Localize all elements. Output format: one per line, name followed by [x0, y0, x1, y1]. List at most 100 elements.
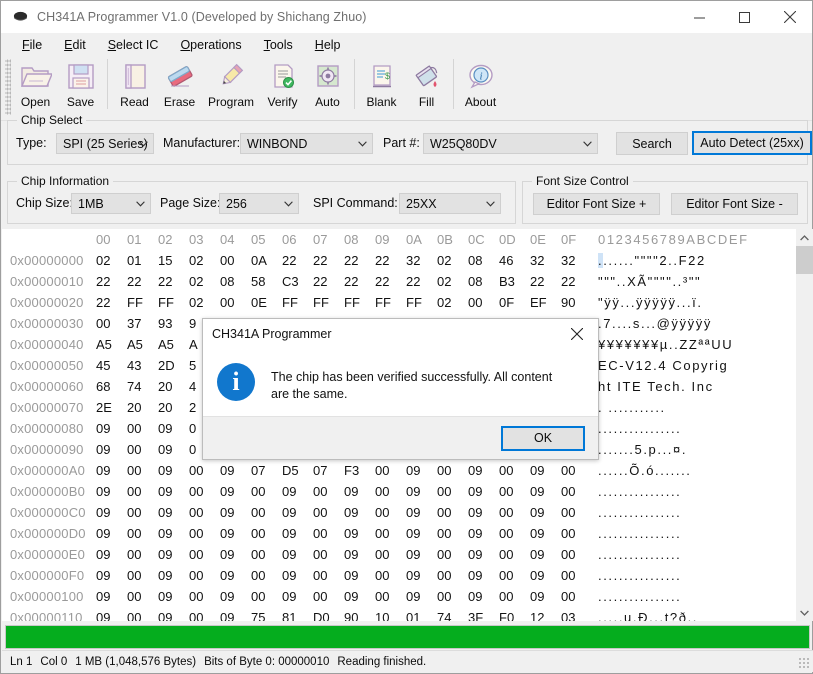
menu-item-operations[interactable]: Operations	[169, 35, 252, 55]
hex-byte[interactable]: 00	[313, 502, 344, 523]
hex-byte[interactable]: F0	[499, 607, 530, 621]
hex-byte[interactable]: 00	[313, 523, 344, 544]
hex-byte[interactable]: 09	[220, 502, 251, 523]
auto-detect-button[interactable]: Auto Detect (25xx)	[692, 131, 812, 155]
hex-byte[interactable]: 00	[375, 586, 406, 607]
table-row[interactable]: 0x000000E0 09 00 09 00 09 00 09 00 09 00 09 00 09 00 09…	[2, 544, 796, 565]
hex-byte[interactable]: 00	[189, 607, 220, 621]
hex-byte[interactable]: 09	[468, 544, 499, 565]
hex-byte[interactable]: 2E	[96, 397, 127, 418]
minimize-icon[interactable]	[677, 1, 722, 33]
menu-item-help[interactable]: Help	[304, 35, 352, 55]
scroll-down-icon[interactable]	[796, 604, 813, 621]
hex-byte[interactable]: A5	[96, 334, 127, 355]
hex-byte[interactable]: 00	[499, 586, 530, 607]
hex-byte[interactable]: 00	[437, 502, 468, 523]
hex-byte[interactable]: 22	[561, 271, 592, 292]
hex-byte[interactable]: 00	[127, 418, 158, 439]
hex-byte[interactable]: 09	[220, 544, 251, 565]
hex-byte[interactable]: 00	[375, 502, 406, 523]
hex-byte[interactable]: 2D	[158, 355, 189, 376]
hex-byte[interactable]: 09	[96, 502, 127, 523]
chip-size-select[interactable]: 1MB	[71, 193, 151, 214]
hex-byte[interactable]: 00	[127, 544, 158, 565]
table-row[interactable]: 0x00000100 09 00 09 00 09 00 09 00 09 00 09 00 09 00 09…	[2, 586, 796, 607]
hex-byte[interactable]: 09	[468, 502, 499, 523]
hex-byte[interactable]: 00	[127, 502, 158, 523]
hex-byte[interactable]: 20	[158, 397, 189, 418]
hex-byte[interactable]: A5	[127, 334, 158, 355]
toolbar-grip[interactable]	[5, 59, 11, 115]
hex-byte[interactable]: 09	[158, 502, 189, 523]
hex-byte[interactable]: FF	[313, 292, 344, 313]
hex-byte[interactable]: 09	[406, 481, 437, 502]
hex-byte[interactable]: 00	[313, 586, 344, 607]
hex-byte[interactable]: EF	[530, 292, 561, 313]
toolbar-button-erase[interactable]: Erase	[157, 57, 202, 115]
hex-byte[interactable]: B3	[499, 271, 530, 292]
hex-byte[interactable]: 12	[530, 607, 561, 621]
hex-byte[interactable]: 09	[530, 523, 561, 544]
hex-byte[interactable]: 00	[251, 544, 282, 565]
hex-byte[interactable]: 09	[220, 523, 251, 544]
hex-byte[interactable]: 00	[313, 565, 344, 586]
hex-byte[interactable]: 09	[158, 439, 189, 460]
hex-byte[interactable]: 02	[437, 292, 468, 313]
hex-byte[interactable]: 00	[499, 460, 530, 481]
scroll-up-icon[interactable]	[796, 229, 813, 246]
hex-byte[interactable]: 02	[437, 250, 468, 271]
manufacturer-select[interactable]: WINBOND	[240, 133, 373, 154]
hex-byte[interactable]: 00	[127, 565, 158, 586]
hex-byte[interactable]: 09	[344, 565, 375, 586]
hex-byte[interactable]: 00	[189, 502, 220, 523]
page-size-select[interactable]: 256	[219, 193, 299, 214]
hex-byte[interactable]: 45	[96, 355, 127, 376]
hex-byte[interactable]: 00	[189, 481, 220, 502]
hex-byte[interactable]: 00	[127, 439, 158, 460]
dialog-ok-button[interactable]: OK	[501, 425, 585, 451]
hex-byte[interactable]: 09	[282, 544, 313, 565]
hex-byte[interactable]: 22	[530, 271, 561, 292]
hex-byte[interactable]: 22	[282, 250, 313, 271]
toolbar-button-open[interactable]: Open	[13, 57, 58, 115]
hex-byte[interactable]: 09	[530, 481, 561, 502]
hex-byte[interactable]: 22	[344, 271, 375, 292]
toolbar-button-fill[interactable]: Fill	[404, 57, 449, 115]
hex-byte[interactable]: 09	[158, 418, 189, 439]
editor-font-size-decrease-button[interactable]: Editor Font Size -	[671, 193, 798, 215]
hex-byte[interactable]: 00	[375, 481, 406, 502]
hex-byte[interactable]: 09	[220, 565, 251, 586]
table-row[interactable]: 0x000000B0 09 00 09 00 09 00 09 00 09 00 09 00 09 00 09…	[2, 481, 796, 502]
resize-grip-icon[interactable]	[798, 657, 810, 669]
hex-byte[interactable]: D5	[282, 460, 313, 481]
editor-font-size-increase-button[interactable]: Editor Font Size +	[533, 193, 660, 215]
hex-byte[interactable]: 09	[530, 586, 561, 607]
hex-byte[interactable]: 00	[468, 292, 499, 313]
hex-byte[interactable]: 09	[96, 460, 127, 481]
hex-byte[interactable]: 00	[251, 586, 282, 607]
hex-byte[interactable]: 00	[189, 460, 220, 481]
hex-byte[interactable]: 09	[96, 439, 127, 460]
hex-byte[interactable]: 02	[189, 271, 220, 292]
hex-byte[interactable]: 07	[313, 460, 344, 481]
hex-byte[interactable]: 37	[127, 313, 158, 334]
hex-byte[interactable]: 74	[437, 607, 468, 621]
hex-byte[interactable]: 90	[561, 292, 592, 313]
hex-editor-scrollbar[interactable]	[795, 229, 813, 621]
hex-byte[interactable]: 08	[220, 271, 251, 292]
hex-byte[interactable]: 32	[406, 250, 437, 271]
hex-byte[interactable]: 22	[375, 250, 406, 271]
hex-byte[interactable]: 43	[127, 355, 158, 376]
hex-byte[interactable]: 81	[282, 607, 313, 621]
hex-byte[interactable]: 22	[406, 271, 437, 292]
hex-byte[interactable]: 00	[375, 544, 406, 565]
hex-byte[interactable]: 22	[375, 271, 406, 292]
hex-byte[interactable]: 68	[96, 376, 127, 397]
table-row[interactable]: 0x00000000 02 01 15 02 00 0A 22 22 22 22 32 02 08 46 32…	[2, 250, 796, 271]
hex-byte[interactable]: FF	[406, 292, 437, 313]
hex-byte[interactable]: 00	[251, 502, 282, 523]
hex-byte[interactable]: 22	[158, 271, 189, 292]
menu-item-file[interactable]: FFileile	[11, 35, 53, 55]
hex-byte[interactable]: 32	[530, 250, 561, 271]
hex-byte[interactable]: 00	[437, 523, 468, 544]
